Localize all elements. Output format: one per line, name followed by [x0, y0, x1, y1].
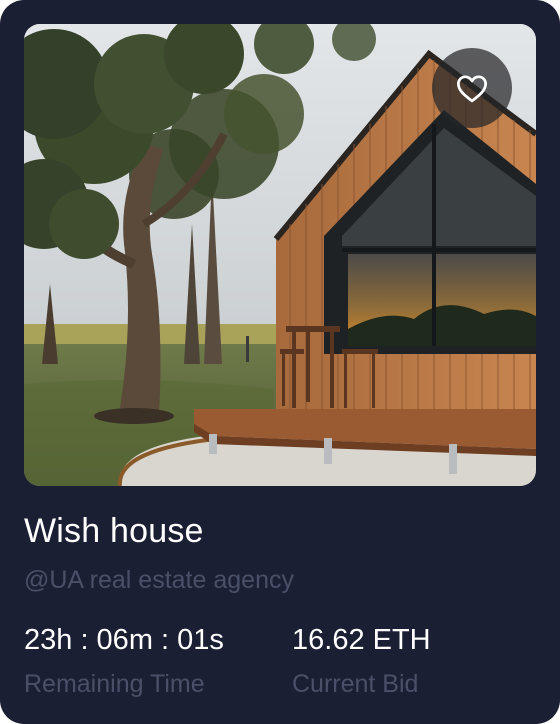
current-bid-value: 16.62 ETH: [292, 624, 431, 656]
remaining-time-value: 23h : 06m : 01s: [24, 624, 224, 656]
heart-outline-icon: [457, 75, 487, 103]
creator-handle[interactable]: @UA real estate agency: [24, 566, 294, 595]
item-title: Wish house: [24, 512, 204, 550]
remaining-time-label: Remaining Time: [24, 670, 205, 698]
nft-card[interactable]: Wish house @UA real estate agency 23h : …: [0, 0, 560, 724]
favorite-button[interactable]: [432, 48, 512, 128]
current-bid-label: Current Bid: [292, 670, 419, 698]
